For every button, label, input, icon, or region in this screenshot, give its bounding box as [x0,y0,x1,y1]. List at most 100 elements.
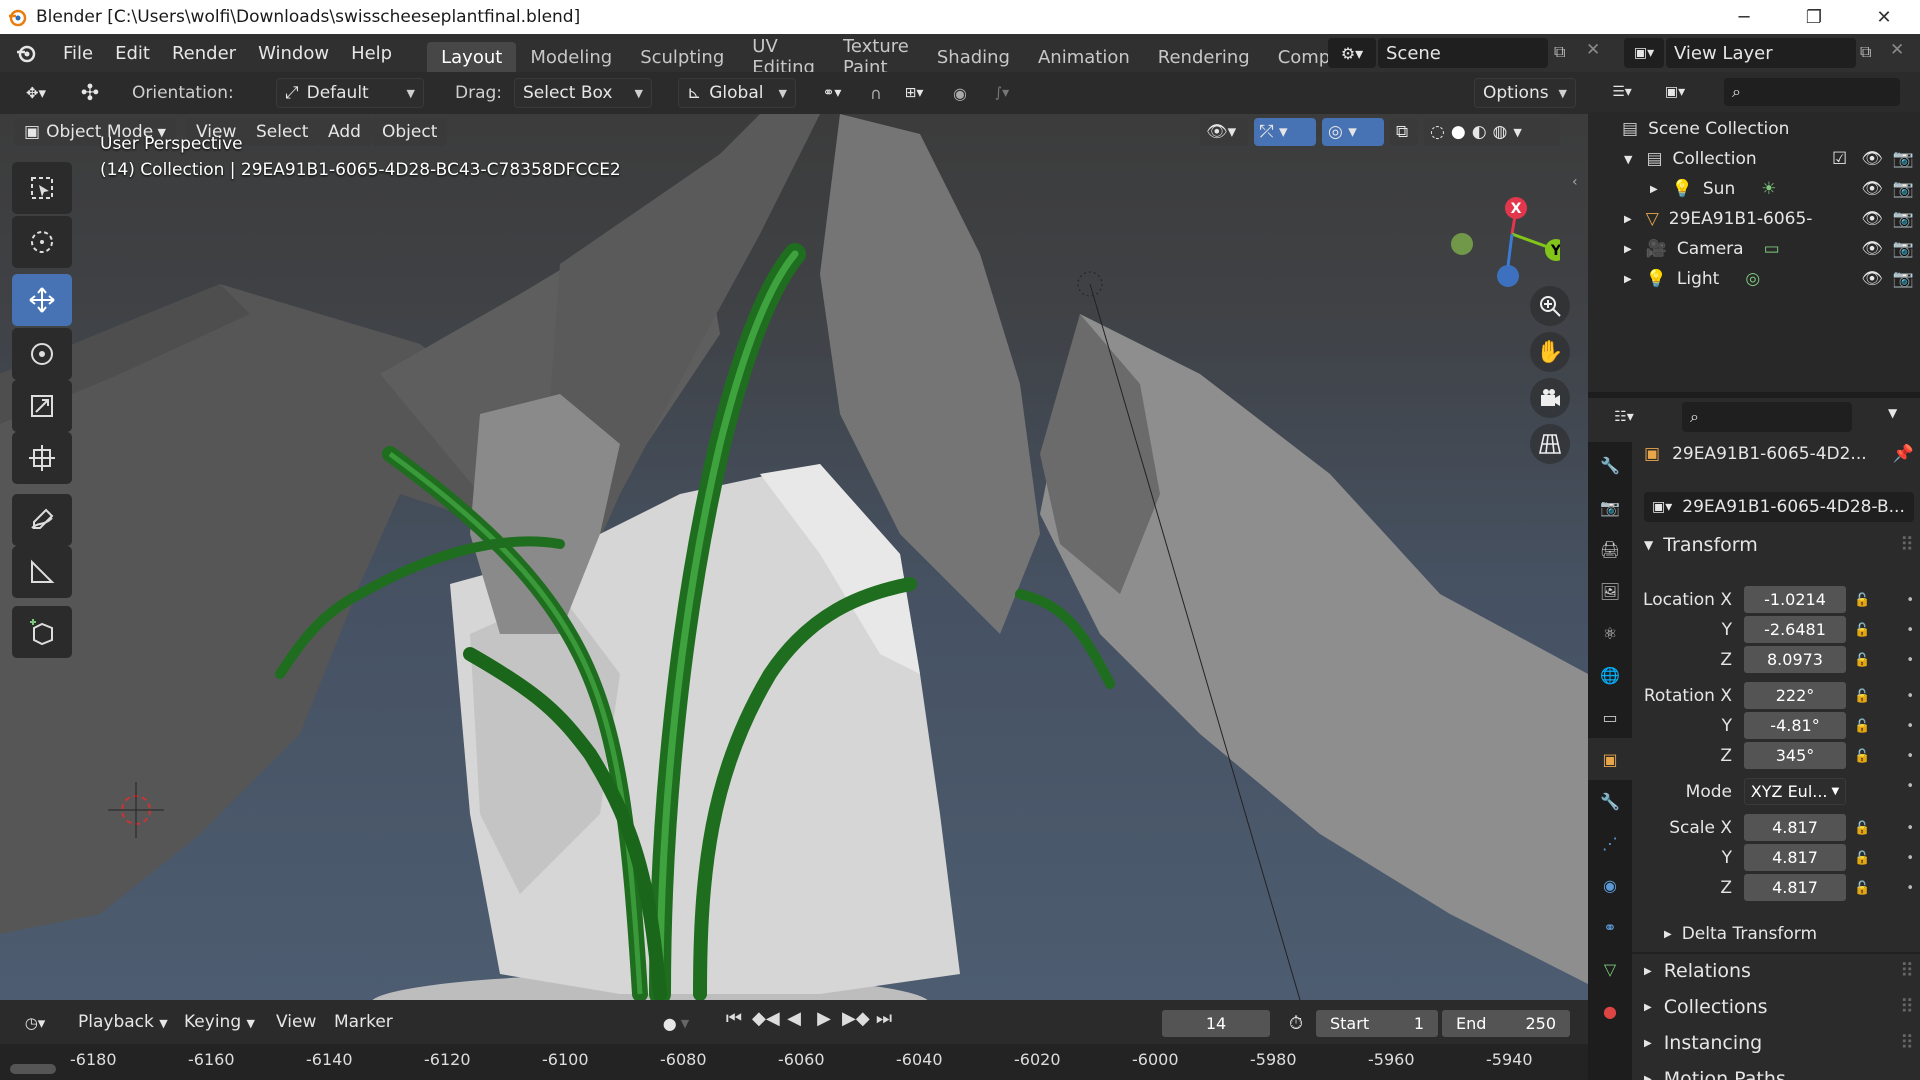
solid-shading-icon[interactable]: ● [1451,122,1466,142]
lock-icon[interactable]: 🔓 • [1854,712,1914,742]
scene-browse-button[interactable]: ⚙▾ [1328,38,1376,68]
orientation-dropdown[interactable]: ⤢ Default ▼ [276,78,424,108]
start-frame-field[interactable]: Start 1 [1316,1010,1438,1037]
tab-layout[interactable]: Layout [427,42,517,72]
chevron-down-icon[interactable]: ▼ [1888,406,1897,420]
keyframe-dot-icon[interactable]: • [1854,772,1914,802]
checkbox-icon[interactable]: ☑ [1832,149,1847,169]
add-cube-icon[interactable] [12,606,72,658]
render-tab-icon[interactable]: 📷 [1588,486,1632,528]
data-tab-icon[interactable]: ▽ [1588,948,1632,990]
rendered-shading-icon[interactable]: ◍ [1493,122,1508,142]
expand-triangle-icon[interactable]: ▶ [1650,184,1658,195]
relations-panel-header[interactable]: ▶ Relations ⠿ [1644,960,1914,982]
drag-handle-icon[interactable]: ⠿ [1900,1032,1914,1054]
lock-icon[interactable]: 🔓 • [1854,682,1914,712]
jump-start-icon[interactable]: ⏮ [722,1008,746,1029]
drag-handle-icon[interactable]: ⠿ [1900,996,1914,1018]
drag-handle-icon[interactable]: ⠿ [1900,534,1914,556]
outliner-item-light[interactable]: ▶ 💡 Light ◎ 👁 📷 [1624,264,1914,294]
lock-icon[interactable]: 🔓 • [1854,874,1914,904]
location-z-field[interactable]: 8.0973 [1744,646,1846,673]
blender-menu-icon[interactable] [0,34,52,72]
properties-editor-type-icon[interactable]: ☷▾ [1602,402,1646,432]
drag-dropdown[interactable]: Select Box ▼ [514,78,652,108]
view-layer-tab-icon[interactable]: 🖼 [1588,570,1632,612]
scale-x-field[interactable]: 4.817 [1744,814,1846,841]
lock-icon[interactable]: 🔓 • [1854,742,1914,772]
outliner-search-input[interactable]: ⌕ [1724,78,1900,106]
timeline-marker-menu[interactable]: Marker [334,1012,393,1032]
instancing-panel-header[interactable]: ▶ Instancing ⠿ [1644,1032,1914,1054]
world-tab-icon[interactable]: 🌐 [1588,654,1632,696]
play-reverse-icon[interactable]: ◀ [782,1008,806,1029]
pin-icon[interactable]: 📌 [1893,444,1914,464]
proportional-edit-icon[interactable]: ◉ [946,78,974,108]
restore-button[interactable]: ❐ [1786,0,1842,34]
play-icon[interactable]: ▶ [812,1008,836,1029]
physics-tab-icon[interactable]: ◉ [1588,864,1632,906]
editor-type-icon[interactable]: ✥▾ [12,78,60,108]
jump-keyframe-back-icon[interactable]: ◆◀ [752,1008,780,1029]
outliner-item-mesh[interactable]: ▶ ▽ 29EA91B1-6065- 👁 📷 [1624,204,1914,234]
delete-scene-icon[interactable]: ✕ [1586,40,1600,60]
transform-orientation-dropdown[interactable]: ⊾ Global ▼ [678,78,796,108]
render-camera-icon[interactable]: 📷 [1893,179,1914,199]
render-camera-icon[interactable]: 📷 [1893,149,1914,169]
eye-icon[interactable]: 👁 [1861,179,1883,199]
expand-triangle-icon[interactable]: ▶ [1624,274,1632,285]
lock-icon[interactable]: 🔓 • [1854,586,1914,616]
lock-icon[interactable]: 🔓 • [1854,646,1914,676]
end-frame-field[interactable]: End 250 [1442,1010,1570,1037]
tab-shading[interactable]: Shading [923,42,1024,72]
3d-viewport[interactable]: ▣ Object Mode ▼ View Select Add Object 👁… [0,114,1588,1000]
render-camera-icon[interactable]: 📷 [1893,269,1914,289]
tab-uv-editing[interactable]: UV Editing [738,36,829,72]
timeline-view-menu[interactable]: View [276,1012,316,1032]
tab-texture-paint[interactable]: Texture Paint [829,36,923,72]
scene-tab-icon[interactable]: ⚛ [1588,612,1632,654]
output-tab-icon[interactable]: 🖨 [1588,528,1632,570]
motion-paths-panel-header[interactable]: ▶ Motion Paths [1644,1068,1914,1080]
lock-icon[interactable]: 🔓 • [1854,844,1914,874]
move-icon[interactable] [12,274,72,326]
render-camera-icon[interactable]: 📷 [1893,209,1914,229]
view-layer-name-field[interactable]: View Layer [1666,38,1856,68]
outliner-item-camera[interactable]: ▶ 🎥 Camera ▭ 👁 📷 [1624,234,1914,264]
viewport-menu-add[interactable]: Add [318,118,371,146]
collapse-triangle-icon[interactable]: ▼ [1624,153,1632,166]
chevron-down-icon[interactable]: ▼ [1513,126,1521,139]
select-box-icon[interactable] [12,162,72,214]
rotation-y-field[interactable]: -4.81° [1744,712,1846,739]
display-mode-icon[interactable]: ▣▾ [1650,78,1700,106]
scene-collection-row[interactable]: ▤ Scene Collection [1622,114,1789,144]
minimize-button[interactable]: ─ [1716,0,1772,34]
scene-name-field[interactable]: Scene [1378,38,1548,68]
object-datablock-field[interactable]: ▣▾ 29EA91B1-6065-4D28-B... [1644,492,1914,522]
auto-keying-icon[interactable]: ● ▼ [652,1010,700,1036]
delta-transform-header[interactable]: ▶ Delta Transform [1664,924,1817,944]
particles-tab-icon[interactable]: ⋰ [1588,822,1632,864]
eye-icon[interactable]: 👁 [1861,269,1883,289]
location-y-field[interactable]: -2.6481 [1744,616,1846,643]
tab-rendering[interactable]: Rendering [1144,42,1264,72]
view-layer-browse-button[interactable]: ▣▾ [1624,38,1664,68]
perspective-toggle-icon[interactable] [1530,424,1570,464]
eye-icon[interactable]: 👁 [1861,209,1883,229]
menu-help[interactable]: Help [340,34,403,72]
properties-search-input[interactable]: ⌕ [1682,402,1852,432]
modifier-tab-icon[interactable]: 🔧 [1588,780,1632,822]
rotation-x-field[interactable]: 222° [1744,682,1846,709]
snap-icon[interactable]: ∩ [862,78,890,108]
eye-icon[interactable]: 👁 [1861,239,1883,259]
wireframe-shading-icon[interactable]: ◌ [1430,122,1445,142]
timeline-ruler[interactable]: -6180 -6160 -6140 -6120 -6100 -6080 -606… [0,1044,1588,1080]
expand-triangle-icon[interactable]: ▶ [1624,214,1632,225]
scale-icon[interactable] [12,380,72,432]
lock-icon[interactable]: 🔓 • [1854,814,1914,844]
jump-end-icon[interactable]: ⏭ [872,1008,896,1029]
annotate-icon[interactable] [12,494,72,546]
transform-icon[interactable] [12,432,72,484]
rotation-mode-dropdown[interactable]: XYZ Eul... ▼ [1744,778,1846,805]
pan-hand-icon[interactable]: ✋ [1530,332,1570,372]
